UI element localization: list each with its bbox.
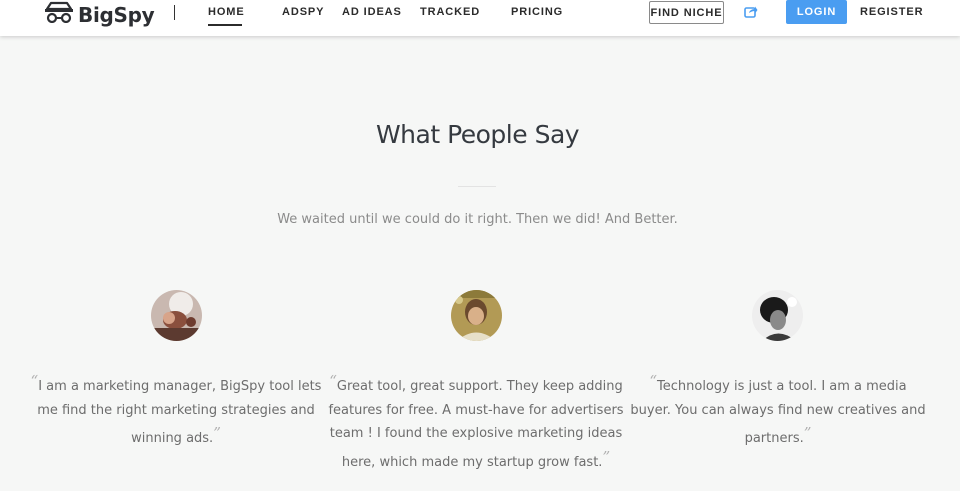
quote-body: Technology is just a tool. I am a media …: [630, 379, 926, 446]
logo-divider: [174, 5, 175, 20]
section-title: What People Say: [375, 120, 580, 149]
testimonial-quote: “I am a marketing manager, BigSpy tool l…: [26, 370, 326, 451]
testimonial-quote: “Great tool, great support. They keep ad…: [326, 370, 626, 474]
brand-name: BigSpy: [78, 2, 155, 27]
close-quote-mark: ”: [602, 447, 611, 466]
close-quote-mark: ”: [213, 424, 221, 442]
nav-home-active-underline: [208, 24, 242, 26]
top-navbar: BigSpy HOME ADSPY AD IDEAS TRACKED PRICI…: [0, 0, 960, 36]
title-divider: [458, 186, 496, 187]
close-quote-mark: ”: [803, 424, 812, 442]
nav-home[interactable]: HOME: [208, 6, 245, 18]
quote-body: I am a marketing manager, BigSpy tool le…: [37, 379, 322, 446]
nav-ad-ideas[interactable]: AD IDEAS: [342, 6, 402, 18]
nav-adspy[interactable]: ADSPY: [282, 6, 324, 18]
find-niche-button[interactable]: FIND NICHE: [649, 1, 724, 24]
avatar: [451, 290, 502, 341]
login-button[interactable]: LOGIN: [786, 0, 847, 24]
testimonial-quote: “Technology is just a tool. I am a media…: [628, 370, 928, 451]
section-subtitle: We waited until we could do it right. Th…: [277, 212, 678, 227]
quote-body: Great tool, great support. They keep add…: [328, 379, 624, 470]
register-link[interactable]: REGISTER: [860, 6, 923, 18]
spy-icon: [44, 1, 74, 28]
avatar: [752, 290, 803, 341]
avatar: [151, 290, 202, 341]
open-quote-mark: “: [329, 372, 337, 390]
share-icon[interactable]: [744, 5, 758, 23]
open-quote-mark: “: [649, 372, 658, 390]
nav-tracked[interactable]: TRACKED: [420, 6, 480, 18]
nav-pricing[interactable]: PRICING: [511, 6, 563, 18]
brand-logo[interactable]: BigSpy: [44, 1, 155, 28]
